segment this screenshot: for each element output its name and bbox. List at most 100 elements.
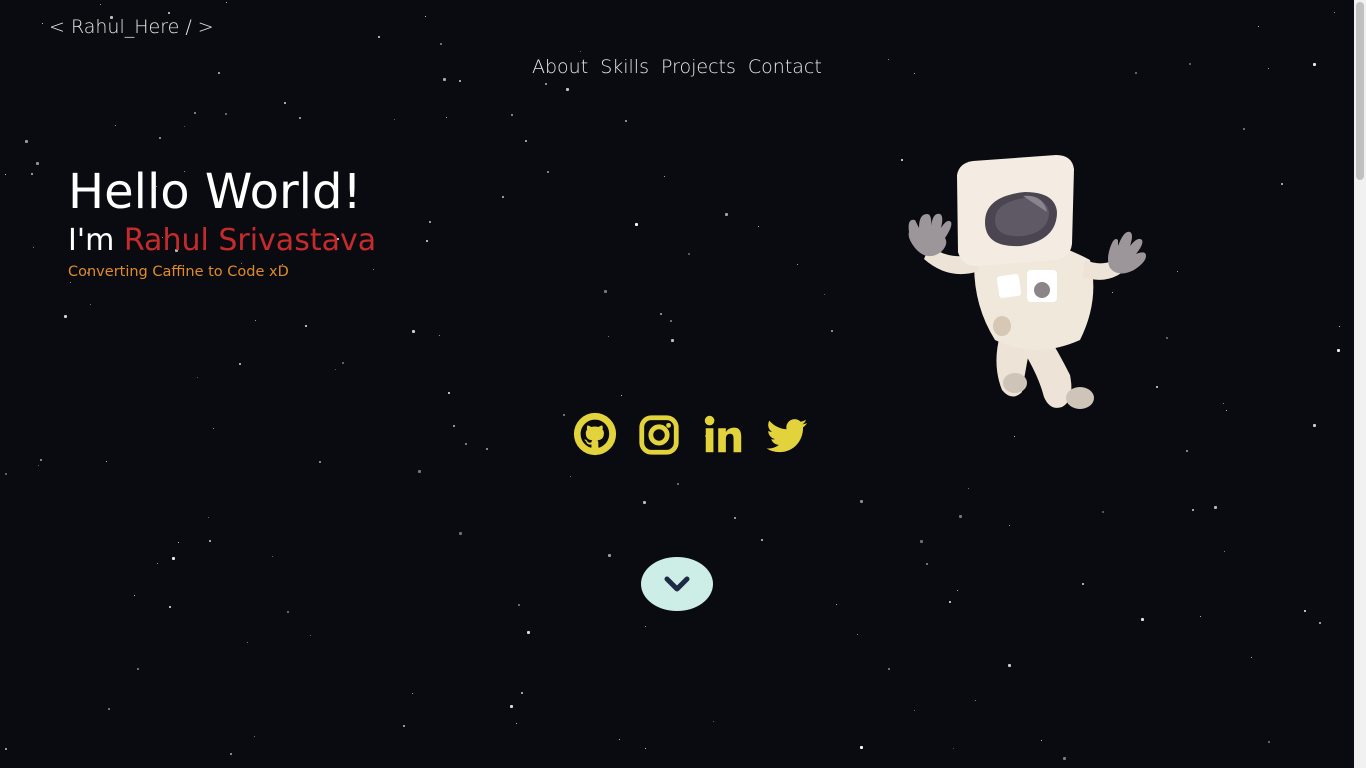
star	[305, 325, 308, 328]
star	[608, 553, 612, 557]
star	[664, 175, 666, 177]
star	[521, 692, 524, 695]
page-scrollbar[interactable]	[1354, 0, 1366, 768]
star	[645, 626, 647, 628]
star	[1257, 25, 1259, 27]
star	[1102, 511, 1105, 514]
star	[510, 704, 513, 708]
star	[447, 392, 450, 395]
github-link[interactable]	[572, 410, 618, 458]
star	[761, 539, 764, 542]
star	[621, 394, 623, 396]
instagram-icon	[639, 415, 679, 455]
star	[1223, 550, 1225, 552]
instagram-link[interactable]	[636, 410, 682, 458]
star	[39, 458, 42, 461]
nav-projects[interactable]: Projects	[661, 56, 736, 78]
star	[688, 252, 691, 255]
star	[925, 563, 928, 566]
star	[403, 724, 406, 727]
star	[1140, 617, 1144, 621]
star	[157, 562, 159, 564]
star	[959, 514, 963, 518]
star	[1267, 740, 1270, 743]
star	[284, 102, 287, 105]
star	[1267, 68, 1269, 70]
star	[1082, 583, 1085, 586]
star	[100, 3, 102, 5]
star	[429, 221, 432, 224]
star	[458, 80, 461, 83]
star	[670, 338, 674, 342]
star	[271, 556, 273, 558]
star	[372, 269, 374, 271]
star	[835, 603, 837, 605]
star	[254, 736, 256, 738]
scrollbar-thumb[interactable]	[1356, 2, 1364, 180]
star	[1213, 505, 1217, 509]
star	[184, 125, 186, 127]
star	[171, 556, 175, 560]
star	[1040, 739, 1042, 741]
star	[1166, 337, 1169, 340]
nav-contact[interactable]: Contact	[748, 56, 822, 78]
star	[603, 290, 607, 294]
star	[24, 139, 28, 143]
star	[196, 377, 198, 379]
social-links	[572, 410, 810, 458]
star	[412, 693, 414, 695]
star	[1007, 663, 1011, 667]
twitter-link[interactable]	[764, 410, 810, 458]
star	[975, 699, 977, 701]
star	[4, 173, 6, 175]
star	[1333, 11, 1335, 13]
star	[412, 330, 416, 334]
nav-skills[interactable]: Skills	[600, 56, 649, 78]
star	[516, 722, 518, 724]
star	[107, 707, 110, 710]
star	[1304, 610, 1307, 613]
main-nav: About Skills Projects Contact	[532, 56, 822, 78]
star	[230, 753, 233, 755]
star	[4, 473, 7, 476]
scroll-down-button[interactable]	[641, 557, 713, 611]
star	[859, 746, 863, 750]
star	[377, 35, 380, 38]
star	[517, 604, 520, 607]
star	[1013, 435, 1015, 437]
star	[1242, 128, 1245, 131]
star	[217, 72, 220, 75]
star	[224, 113, 227, 116]
astronaut-illustration	[908, 155, 1146, 409]
star	[426, 240, 429, 243]
star	[1337, 348, 1341, 352]
star	[208, 540, 211, 543]
star	[1338, 326, 1340, 328]
linkedin-link[interactable]	[700, 410, 746, 458]
star	[757, 225, 759, 227]
nav-about[interactable]: About	[532, 56, 588, 78]
star	[510, 113, 513, 116]
star	[676, 483, 679, 486]
star	[920, 540, 924, 544]
star	[544, 83, 547, 86]
star	[459, 532, 463, 536]
star	[1223, 403, 1225, 405]
star	[225, 2, 227, 4]
star	[158, 136, 161, 139]
site-logo[interactable]: < Rahul_Here / >	[49, 16, 214, 38]
star	[624, 119, 627, 122]
star	[645, 748, 647, 750]
star	[167, 11, 170, 14]
star	[35, 162, 39, 166]
github-icon	[573, 412, 617, 456]
star	[5, 747, 8, 750]
star	[643, 501, 647, 505]
star	[168, 606, 171, 609]
star	[286, 611, 289, 614]
star	[464, 443, 467, 445]
star	[69, 281, 71, 283]
star	[114, 124, 116, 126]
star	[1189, 63, 1192, 66]
star	[438, 334, 440, 336]
